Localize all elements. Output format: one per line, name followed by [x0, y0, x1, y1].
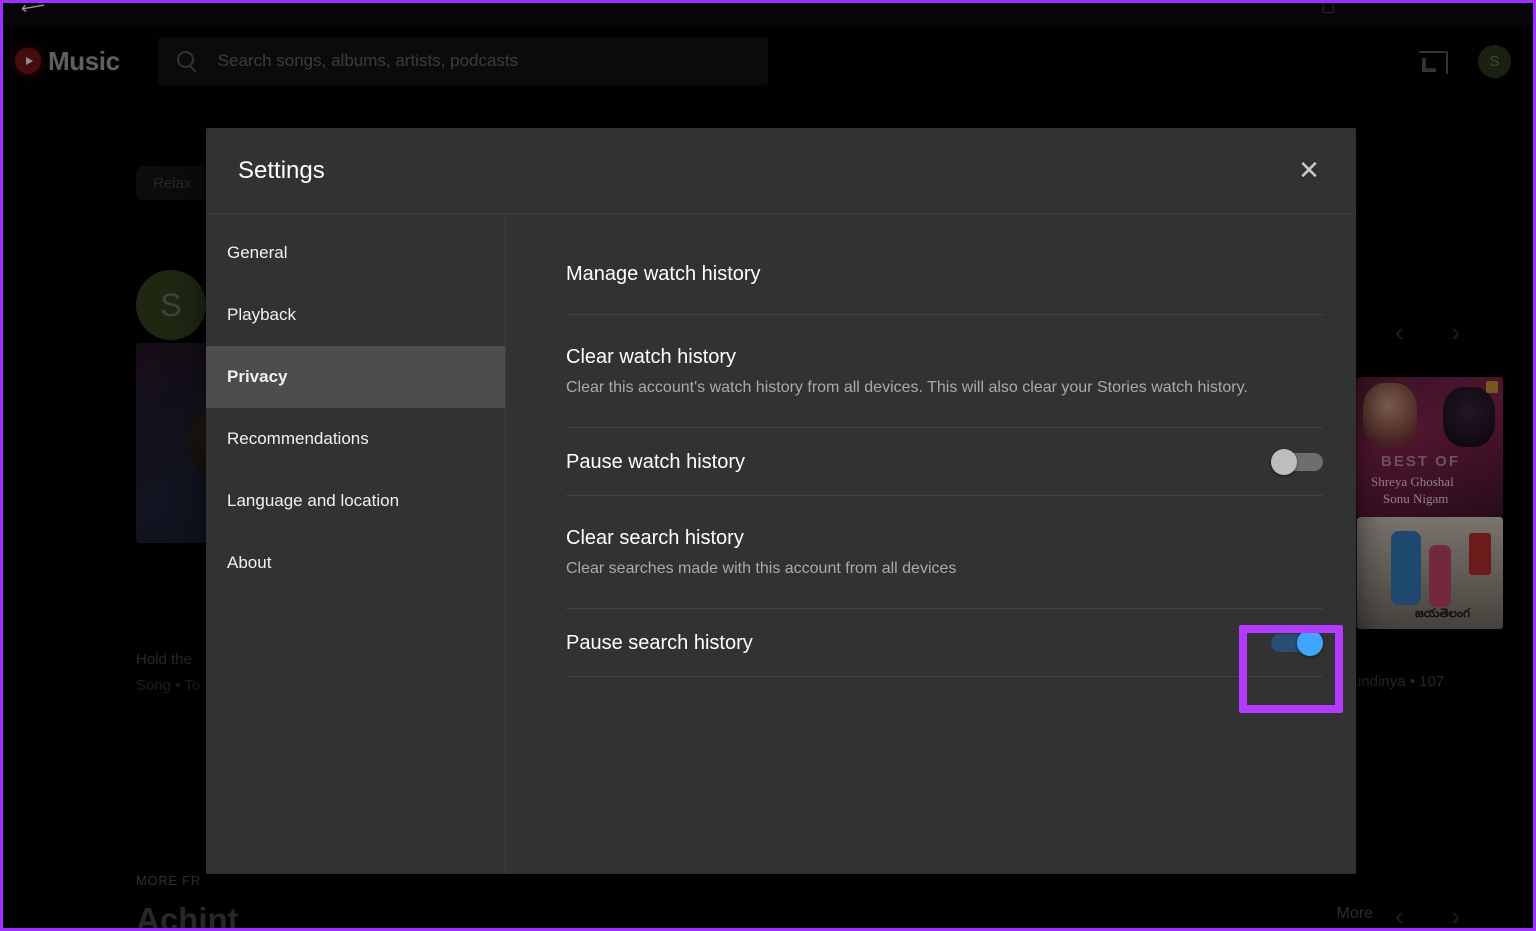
setting-title: Manage watch history	[566, 263, 761, 285]
sidebar-item-recommendations[interactable]: Recommendations	[206, 408, 505, 470]
dialog-header: Settings ✕	[206, 128, 1356, 213]
setting-title: Clear search history	[566, 527, 744, 549]
setting-texts: Pause watch history	[566, 448, 745, 476]
sidebar-item-label: Recommendations	[227, 429, 369, 448]
setting-texts: Clear watch history Clear this account's…	[566, 343, 1248, 401]
setting-description: Clear searches made with this account fr…	[566, 560, 957, 577]
sidebar-item-label: Playback	[227, 305, 296, 324]
dialog-body: General Playback Privacy Recommendations…	[206, 213, 1356, 874]
toggle-knob	[1297, 630, 1323, 656]
pause-watch-history-toggle[interactable]	[1271, 449, 1323, 475]
sidebar-item-privacy[interactable]: Privacy	[206, 346, 505, 408]
settings-dialog: Settings ✕ General Playback Privacy Reco…	[206, 128, 1356, 874]
setting-manage-watch-history[interactable]: Manage watch history	[566, 214, 1323, 315]
setting-clear-search-history[interactable]: Clear search history Clear searches made…	[566, 496, 1323, 609]
setting-pause-search-history: Pause search history	[566, 609, 1323, 677]
setting-pause-watch-history: Pause watch history	[566, 428, 1323, 496]
sidebar-item-playback[interactable]: Playback	[206, 284, 505, 346]
setting-clear-watch-history[interactable]: Clear watch history Clear this account's…	[566, 315, 1323, 428]
setting-title: Pause watch history	[566, 451, 745, 473]
sidebar-item-label: Privacy	[227, 367, 288, 386]
screenshot-root: ⟵ ☐ Music Search songs, albums, artists,…	[0, 0, 1536, 931]
sidebar-item-label: About	[227, 553, 272, 572]
close-icon[interactable]: ✕	[1287, 149, 1331, 193]
privacy-settings-panel: Manage watch history Clear watch history…	[506, 214, 1356, 874]
sidebar-item-about[interactable]: About	[206, 532, 505, 594]
settings-sidebar: General Playback Privacy Recommendations…	[206, 214, 506, 874]
setting-texts: Manage watch history	[566, 260, 761, 288]
toggle-knob	[1271, 449, 1297, 475]
setting-texts: Clear search history Clear searches made…	[566, 524, 956, 582]
sidebar-item-general[interactable]: General	[206, 222, 505, 284]
setting-texts: Pause search history	[566, 629, 753, 657]
setting-title: Pause search history	[566, 632, 753, 654]
sidebar-item-label: General	[227, 243, 288, 262]
sidebar-item-language-and-location[interactable]: Language and location	[206, 470, 505, 532]
pause-search-history-toggle[interactable]	[1271, 630, 1323, 656]
page-title: Settings	[238, 156, 325, 184]
setting-description: Clear this account's watch history from …	[566, 379, 1248, 396]
setting-title: Clear watch history	[566, 346, 737, 368]
sidebar-item-label: Language and location	[227, 491, 400, 510]
